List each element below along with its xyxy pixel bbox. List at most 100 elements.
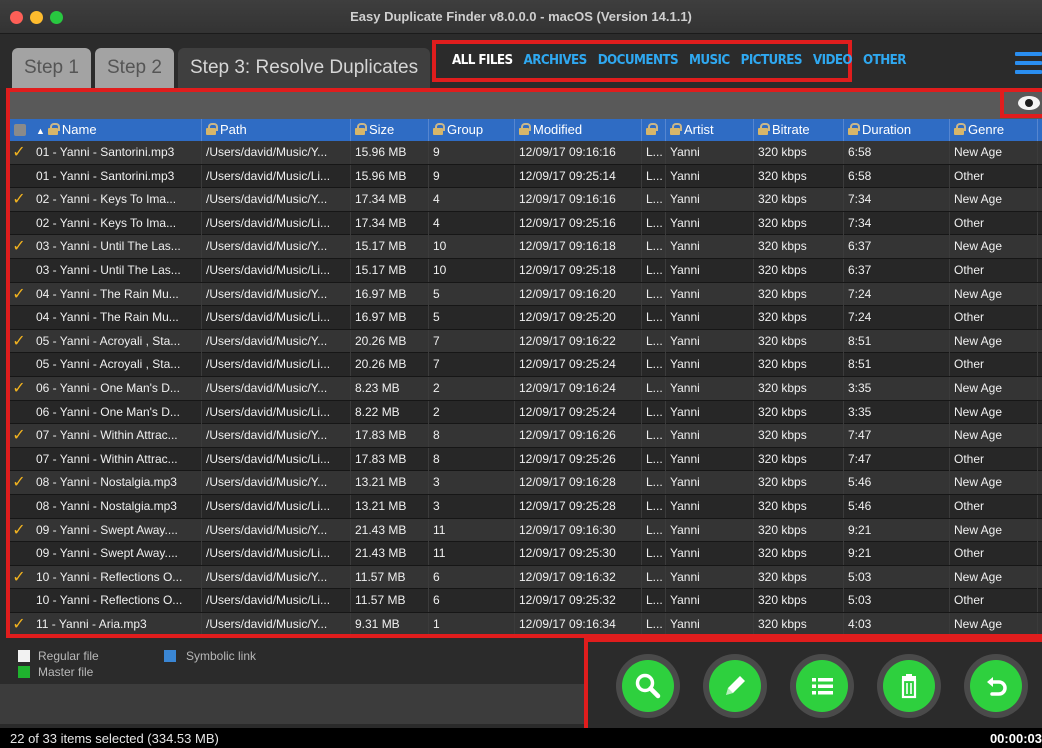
cell-duration: 3:35 [844, 400, 950, 424]
cell-bitrate: 320 kbps [754, 353, 844, 377]
lock-icon [758, 123, 770, 135]
legend-master-file: Master file [38, 665, 94, 679]
cell-duration: 8:51 [844, 353, 950, 377]
cell-duration: 7:47 [844, 424, 950, 448]
view-options-toggle[interactable] [1000, 88, 1042, 118]
table-row[interactable]: 02 - Yanni - Keys To Ima.../Users/david/… [10, 211, 1042, 236]
column-header-duration[interactable]: Duration [844, 119, 950, 141]
table-row[interactable]: 05 - Yanni - Acroyali , Sta.../Users/dav… [10, 353, 1042, 377]
column-header-artist[interactable]: Artist [666, 119, 754, 141]
cell-modified: 12/09/17 09:25:20 [515, 306, 642, 330]
filter-all-files[interactable]: ALL FILES [452, 52, 513, 74]
checkmark-icon[interactable]: ✓ [10, 378, 28, 400]
table-row[interactable]: ✓ 08 - Yanni - Nostalgia.mp3/Users/david/… [10, 471, 1042, 495]
column-header-bitrate[interactable]: Bitrate [754, 119, 844, 141]
lock-icon [670, 123, 682, 135]
preview-button[interactable] [616, 654, 680, 718]
select-all-checkbox[interactable] [14, 124, 26, 136]
column-header-size[interactable]: Size [351, 119, 429, 141]
table-row[interactable]: ✓ 06 - Yanni - One Man's D.../Users/david… [10, 376, 1042, 401]
checkmark-icon[interactable]: ✓ [10, 520, 28, 542]
cell-group: 2 [429, 376, 515, 400]
cell-size: 17.83 MB [351, 447, 429, 471]
column-header-name[interactable]: ▲ Name [32, 119, 202, 141]
edit-button[interactable] [703, 654, 767, 718]
cell-title: R [1038, 566, 1042, 589]
filter-archives[interactable]: ARCHIVES [524, 52, 588, 74]
cell-size: 8.22 MB [351, 400, 429, 424]
filter-music[interactable]: MUSIC [689, 52, 730, 74]
checkmark-icon[interactable]: ✓ [10, 614, 28, 634]
cell-group: 5 [429, 282, 515, 306]
cell-title: W [1038, 448, 1042, 471]
checkmark-icon[interactable]: ✓ [10, 189, 28, 211]
cell-title: K [1038, 212, 1042, 235]
column-header-path[interactable]: Path [202, 119, 351, 141]
undo-button[interactable] [964, 654, 1028, 718]
table-row[interactable]: ✓ 04 - Yanni - The Rain Mu.../Users/david… [10, 282, 1042, 307]
cell-artist: Yanni [666, 542, 754, 566]
cell-genre: New Age [950, 329, 1038, 353]
filter-pictures[interactable]: PICTURES [741, 52, 803, 74]
checkmark-icon[interactable]: ✓ [10, 425, 28, 447]
table-row[interactable]: ✓ 07 - Yanni - Within Attrac.../Users/dav… [10, 424, 1042, 448]
table-row[interactable]: ✓ 09 - Yanni - Swept Away..../Users/david… [10, 518, 1042, 543]
filter-other[interactable]: OTHER [863, 52, 906, 74]
results-table: ▲ Name Path Size Group Modified Artist Bi… [6, 88, 1042, 638]
cell-group: 2 [429, 400, 515, 424]
table-row[interactable]: 07 - Yanni - Within Attrac.../Users/davi… [10, 447, 1042, 472]
table-row[interactable]: 09 - Yanni - Swept Away..../Users/david/… [10, 542, 1042, 566]
cell-size: 15.96 MB [351, 164, 429, 188]
cell-path: /Users/david/Music/Li... [202, 542, 351, 566]
filter-documents[interactable]: DOCUMENTS [598, 52, 679, 74]
cell-duration: 7:24 [844, 282, 950, 306]
table-row[interactable]: ✓ 03 - Yanni - Until The Las.../Users/dav… [10, 235, 1042, 259]
cell-name: 04 - Yanni - The Rain Mu... [32, 306, 202, 330]
menu-icon[interactable] [1015, 52, 1042, 74]
checkmark-icon[interactable]: ✓ [10, 142, 28, 164]
list-view-button[interactable] [790, 654, 854, 718]
table-row[interactable]: ✓ 10 - Yanni - Reflections O.../Users/dav… [10, 565, 1042, 590]
column-header-narrow[interactable] [642, 119, 666, 141]
cell-bitrate: 320 kbps [754, 188, 844, 212]
lock-icon [206, 123, 218, 135]
checkmark-icon[interactable]: ✓ [10, 236, 28, 258]
cell-name: 02 - Yanni - Keys To Ima... [32, 211, 202, 235]
column-header-genre[interactable]: Genre [950, 119, 1038, 141]
cell-kind: L... [642, 424, 666, 448]
table-row[interactable]: 03 - Yanni - Until The Las.../Users/davi… [10, 258, 1042, 283]
checkmark-icon[interactable]: ✓ [10, 284, 28, 306]
table-row[interactable]: 01 - Yanni - Santorini.mp3/Users/david/M… [10, 164, 1042, 189]
table-row[interactable]: 06 - Yanni - One Man's D.../Users/david/… [10, 400, 1042, 425]
cell-modified: 12/09/17 09:16:34 [515, 612, 642, 634]
cell-artist: Yanni [666, 235, 754, 259]
cell-bitrate: 320 kbps [754, 471, 844, 495]
column-header-group[interactable]: Group [429, 119, 515, 141]
table-row[interactable]: ✓ 01 - Yanni - Santorini.mp3/Users/david/… [10, 141, 1042, 165]
cell-title: O [1038, 401, 1042, 424]
cell-genre: New Age [950, 282, 1038, 306]
cell-modified: 12/09/17 09:16:22 [515, 329, 642, 353]
cell-name: 11 - Yanni - Aria.mp3 [32, 612, 202, 634]
table-row[interactable]: ✓ 11 - Yanni - Aria.mp3/Users/david/Music… [10, 612, 1042, 634]
column-header-modified[interactable]: Modified [515, 119, 642, 141]
table-row[interactable]: ✓ 05 - Yanni - Acroyali , Sta.../Users/da… [10, 329, 1042, 354]
table-row[interactable]: 08 - Yanni - Nostalgia.mp3/Users/david/M… [10, 494, 1042, 519]
cell-title: U [1038, 235, 1042, 258]
cell-genre: New Age [950, 400, 1038, 424]
checkmark-icon[interactable]: ✓ [10, 567, 28, 589]
file-type-filters: ALL FILES ARCHIVES DOCUMENTS MUSIC PICTU… [452, 52, 907, 74]
delete-button[interactable] [877, 654, 941, 718]
cell-bitrate: 320 kbps [754, 542, 844, 566]
table-row[interactable]: 04 - Yanni - The Rain Mu.../Users/david/… [10, 306, 1042, 330]
cell-name: 09 - Yanni - Swept Away.... [32, 518, 202, 542]
checkmark-icon[interactable]: ✓ [10, 472, 28, 494]
tab-step-1[interactable]: Step 1 [12, 48, 91, 88]
table-row[interactable]: ✓ 02 - Yanni - Keys To Ima.../Users/david… [10, 188, 1042, 212]
table-row[interactable]: 10 - Yanni - Reflections O.../Users/davi… [10, 589, 1042, 613]
lock-icon [433, 123, 445, 135]
tab-step-2[interactable]: Step 2 [95, 48, 174, 88]
filter-video[interactable]: VIDEO [813, 52, 853, 74]
checkmark-icon[interactable]: ✓ [10, 331, 28, 353]
tab-step-3[interactable]: Step 3: Resolve Duplicates [178, 48, 431, 88]
